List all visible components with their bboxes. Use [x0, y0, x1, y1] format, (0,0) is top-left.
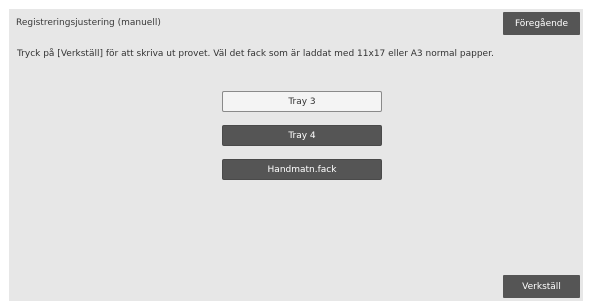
bypass-tray-button[interactable]: Handmatn.fack: [222, 159, 382, 180]
registration-adjustment-panel: Registreringsjustering (manuell) Föregåe…: [9, 9, 583, 301]
tray-3-button[interactable]: Tray 3: [222, 91, 382, 112]
page-title: Registreringsjustering (manuell): [16, 18, 161, 28]
tray-4-button[interactable]: Tray 4: [222, 125, 382, 146]
instruction-text: Tryck på [Verkställ] för att skriva ut p…: [17, 49, 494, 59]
execute-button[interactable]: Verkställ: [503, 275, 580, 298]
back-button[interactable]: Föregående: [503, 12, 580, 35]
